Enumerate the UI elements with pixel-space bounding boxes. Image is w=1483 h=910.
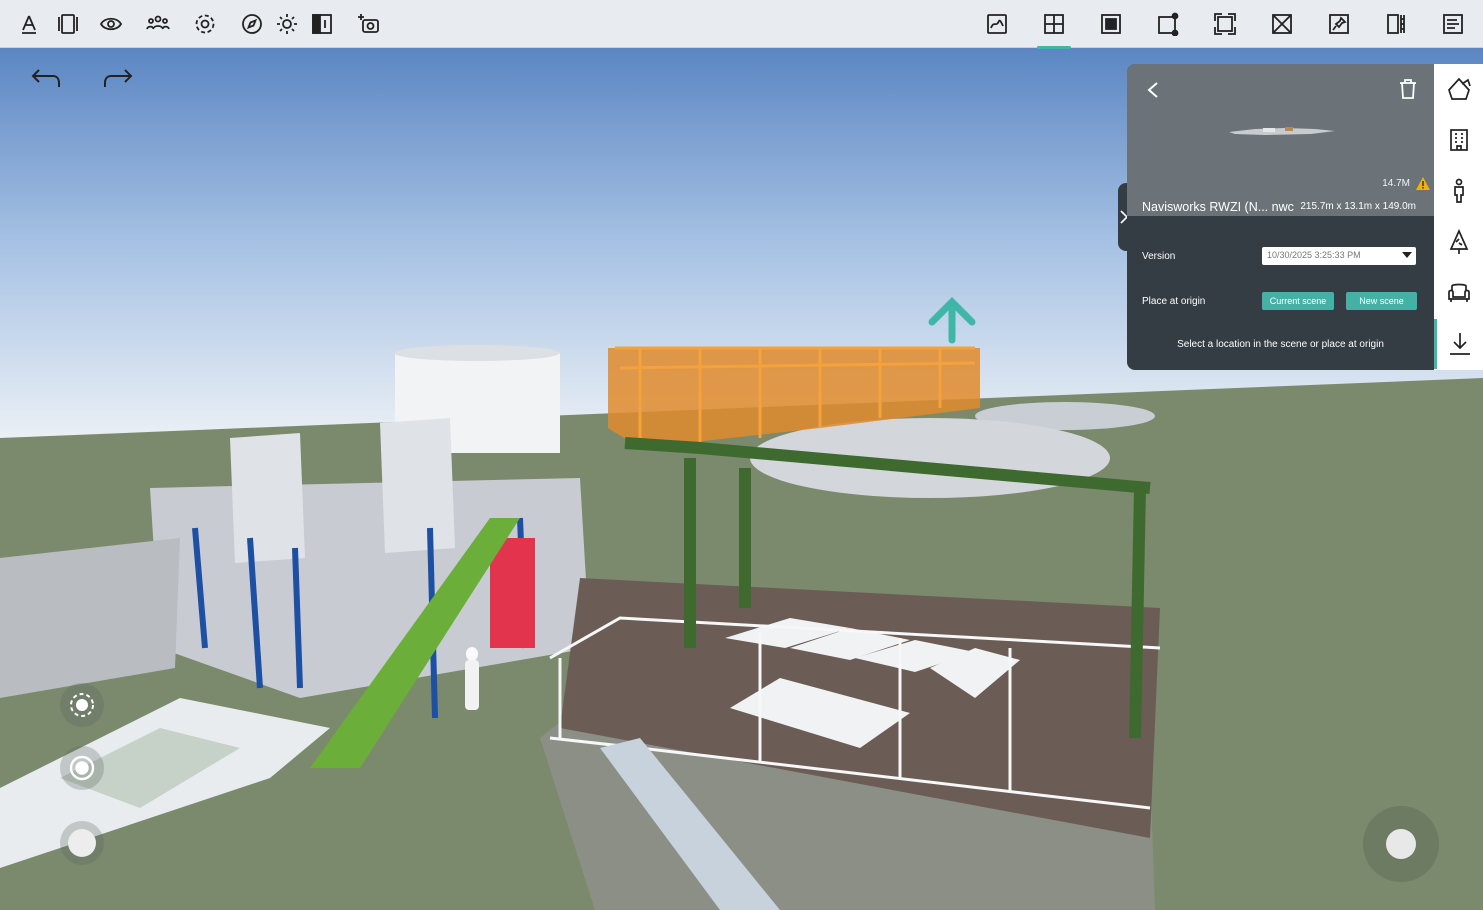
asset-category-bar <box>1434 64 1483 370</box>
tree-icon <box>1449 229 1468 254</box>
movement-joystick[interactable] <box>1363 806 1439 882</box>
top-toolbar <box>0 0 1483 49</box>
chevron-left-icon <box>1147 82 1158 98</box>
new-scene-button[interactable]: New scene <box>1346 292 1417 310</box>
model-thumbnail <box>1229 127 1335 135</box>
compass-pen-icon[interactable] <box>13 8 45 40</box>
redo-button[interactable] <box>100 62 136 92</box>
placement-hint: Select a location in the scene or place … <box>1177 339 1384 350</box>
eye-icon[interactable] <box>95 8 127 40</box>
current-scene-button[interactable]: Current scene <box>1262 292 1334 310</box>
camera-icon[interactable] <box>353 8 385 40</box>
solid-view-icon[interactable] <box>1095 8 1127 40</box>
people-icon[interactable] <box>142 8 174 40</box>
download-icon <box>1450 333 1470 355</box>
orbit-button[interactable] <box>60 683 104 727</box>
target-icon <box>69 755 95 781</box>
warning-icon <box>1416 177 1430 190</box>
model-import-panel: 14.7M Navisworks RWZI (N... nwc 215.7m x… <box>1127 64 1434 370</box>
orbit-icon <box>70 693 94 717</box>
split-view-icon[interactable] <box>306 8 338 40</box>
settings-icon[interactable] <box>189 8 221 40</box>
dot-icon <box>68 829 96 857</box>
sun-icon[interactable] <box>271 8 303 40</box>
building-button[interactable] <box>1434 115 1483 165</box>
resize-icon[interactable] <box>1209 8 1241 40</box>
undo-icon <box>31 69 60 87</box>
trash-icon <box>1400 79 1416 99</box>
redo-icon <box>104 69 133 87</box>
tree-button[interactable] <box>1434 217 1483 267</box>
measure-icon[interactable] <box>1380 8 1412 40</box>
crop-icon[interactable] <box>1152 8 1184 40</box>
place-at-origin-label: Place at origin <box>1142 296 1206 307</box>
caret-down-icon <box>1402 252 1412 258</box>
version-select[interactable]: 10/30/2025 3:25:33 PM <box>1262 247 1416 265</box>
joystick-knob[interactable] <box>1386 829 1416 859</box>
report-icon[interactable] <box>1437 8 1469 40</box>
back-button[interactable] <box>1141 78 1165 102</box>
pin-icon[interactable] <box>1323 8 1355 40</box>
building-icon <box>1449 129 1468 151</box>
download-button[interactable] <box>1434 319 1483 369</box>
shape-button[interactable] <box>1434 64 1483 114</box>
panel-header: 14.7M <box>1127 64 1434 216</box>
model-dimensions: 215.7m x 13.1m x 149.0m <box>1300 201 1416 212</box>
navigation-icon[interactable] <box>236 8 268 40</box>
walk-button[interactable] <box>60 821 104 865</box>
armchair-icon <box>1447 283 1470 302</box>
model-name: Navisworks RWZI (N... nwc <box>1142 200 1294 214</box>
person-icon <box>1453 178 1464 203</box>
version-value: 10/30/2025 3:25:33 PM <box>1267 250 1361 260</box>
furniture-button[interactable] <box>1434 268 1483 318</box>
add-model-icon[interactable] <box>1037 8 1071 49</box>
section-icon[interactable] <box>1266 8 1298 40</box>
panels-icon[interactable] <box>52 8 84 40</box>
file-size: 14.7M <box>1382 178 1410 189</box>
shape-icon <box>1447 77 1471 100</box>
sketch-icon[interactable] <box>981 8 1013 40</box>
person-button[interactable] <box>1434 166 1483 216</box>
version-label: Version <box>1142 251 1176 262</box>
undo-button[interactable] <box>28 62 64 92</box>
delete-button[interactable] <box>1396 77 1420 101</box>
focus-button[interactable] <box>60 746 104 790</box>
